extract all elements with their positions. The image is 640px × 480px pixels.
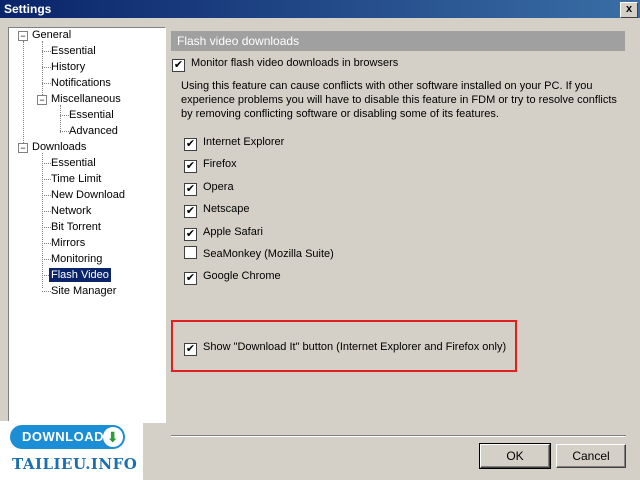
title-bar[interactable]: Settings x [0, 0, 640, 18]
monitor-flash-label: Monitor flash video downloads in browser… [191, 57, 399, 69]
tree-item-notifications[interactable]: Notifications [49, 76, 113, 90]
collapse-general-icon[interactable]: − [18, 31, 28, 41]
browser-row-firefox[interactable]: ✔ Firefox [184, 156, 237, 173]
monitor-flash-checkbox[interactable]: ✔ [172, 59, 185, 72]
ok-button[interactable]: OK [479, 443, 551, 469]
watermark-badge: DOWNLOAD ⬇ [10, 425, 125, 449]
browser-row-google-chrome[interactable]: ✔ Google Chrome [184, 268, 281, 285]
window-title: Settings [4, 2, 52, 16]
collapse-downloads-icon[interactable]: − [18, 143, 28, 153]
tree-item-advanced[interactable]: Advanced [67, 124, 120, 138]
tree-item-site-manager[interactable]: Site Manager [49, 284, 118, 298]
tree-item-monitoring[interactable]: Monitoring [49, 252, 104, 266]
google-chrome-checkbox[interactable]: ✔ [184, 272, 197, 285]
netscape-checkbox[interactable]: ✔ [184, 205, 197, 218]
download-it-row[interactable]: ✔ Show "Download It" button (Internet Exp… [184, 339, 507, 356]
watermark-logo: DOWNLOAD ⬇ TAILIEU.INFO [0, 421, 143, 480]
seamonkey-checkbox[interactable] [184, 246, 197, 259]
tree-item-time-limit[interactable]: Time Limit [49, 172, 103, 186]
button-separator [171, 435, 626, 437]
section-header: Flash video downloads [171, 31, 625, 51]
opera-label: Opera [203, 181, 234, 193]
tree-item-misc-essential[interactable]: Essential [67, 108, 116, 122]
internet-explorer-label: Internet Explorer [203, 136, 285, 148]
close-button[interactable]: x [620, 2, 638, 18]
apple-safari-label: Apple Safari [203, 226, 263, 238]
tree-line [23, 41, 24, 153]
google-chrome-label: Google Chrome [203, 270, 281, 282]
tree-item-general[interactable]: General [30, 28, 73, 42]
tree-line [60, 105, 61, 133]
tree-item-mirrors[interactable]: Mirrors [49, 236, 87, 250]
settings-tree[interactable]: − General Essential History Notification… [8, 27, 166, 423]
download-it-label: Show "Download It" button (Internet Expl… [203, 341, 507, 353]
browser-row-internet-explorer[interactable]: ✔ Internet Explorer [184, 134, 285, 151]
internet-explorer-checkbox[interactable]: ✔ [184, 138, 197, 151]
browser-row-netscape[interactable]: ✔ Netscape [184, 201, 250, 218]
tree-line [42, 41, 43, 101]
tree-item-network[interactable]: Network [49, 204, 93, 218]
tree-line [42, 153, 43, 288]
watermark-badge-text: DOWNLOAD [22, 429, 104, 444]
tree-item-flash-video[interactable]: Flash Video [49, 268, 111, 282]
monitor-flash-row[interactable]: ✔ Monitor flash video downloads in browse… [172, 55, 399, 72]
browser-row-apple-safari[interactable]: ✔ Apple Safari [184, 224, 263, 241]
download-arrow-icon: ⬇ [103, 427, 123, 447]
tree-item-new-download[interactable]: New Download [49, 188, 127, 202]
firefox-label: Firefox [203, 158, 237, 170]
netscape-label: Netscape [203, 203, 250, 215]
tree-item-miscellaneous[interactable]: Miscellaneous [49, 92, 123, 106]
tree-item-general-essential[interactable]: Essential [49, 44, 98, 58]
tree-item-downloads-essential[interactable]: Essential [49, 156, 98, 170]
tree-item-history[interactable]: History [49, 60, 87, 74]
browser-row-seamonkey[interactable]: SeaMonkey (Mozilla Suite) [184, 246, 334, 262]
watermark-site-text: TAILIEU.INFO [12, 455, 138, 473]
collapse-miscellaneous-icon[interactable]: − [37, 95, 47, 105]
download-it-checkbox[interactable]: ✔ [184, 343, 197, 356]
apple-safari-checkbox[interactable]: ✔ [184, 228, 197, 241]
seamonkey-label: SeaMonkey (Mozilla Suite) [203, 248, 334, 260]
tree-item-bittorrent[interactable]: Bit Torrent [49, 220, 103, 234]
browser-row-opera[interactable]: ✔ Opera [184, 179, 234, 196]
tree-item-downloads[interactable]: Downloads [30, 140, 88, 154]
firefox-checkbox[interactable]: ✔ [184, 160, 197, 173]
opera-checkbox[interactable]: ✔ [184, 183, 197, 196]
cancel-button[interactable]: Cancel [556, 444, 626, 468]
conflict-warning-text: Using this feature can cause conflicts w… [181, 80, 617, 120]
